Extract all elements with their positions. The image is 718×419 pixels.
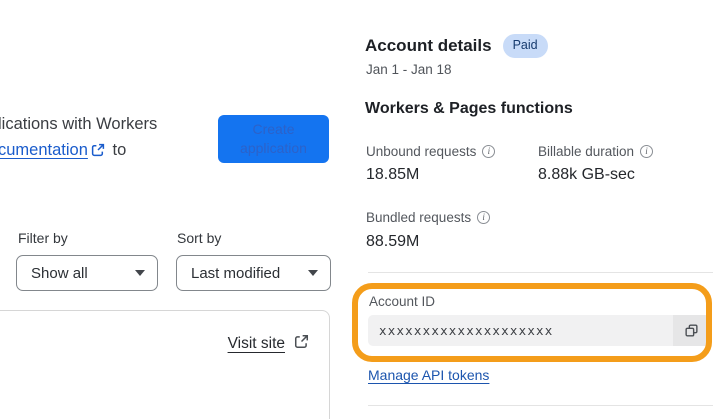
documentation-link[interactable]: cumentation — [0, 141, 88, 159]
divider — [368, 272, 713, 273]
plan-badge: Paid — [502, 34, 548, 58]
stat-label-text: Billable duration — [538, 144, 635, 159]
divider — [368, 405, 713, 406]
filter-dropdown-value: Show all — [31, 264, 88, 282]
filter-dropdown[interactable]: Show all — [16, 255, 158, 291]
stat-value-bundled-requests: 88.59M — [366, 233, 420, 250]
chevron-down-icon — [135, 270, 145, 276]
intro-line-1: lications with Workers — [0, 115, 158, 133]
info-icon[interactable]: i — [477, 211, 491, 224]
filter-by-label: Filter by — [18, 230, 68, 246]
account-id-label: Account ID — [369, 294, 436, 309]
stat-value-billable-duration: 8.88k GB-sec — [538, 166, 635, 183]
stat-label-billable-duration: Billable duration i — [538, 144, 654, 159]
info-icon[interactable]: i — [482, 145, 496, 158]
account-id-row — [368, 315, 710, 346]
copy-icon — [684, 323, 699, 338]
workers-pages-dashboard: lications with Workers cumentation to Cr… — [0, 0, 718, 419]
visit-site-row: Visit site — [228, 334, 312, 354]
sort-dropdown-value: Last modified — [191, 264, 281, 282]
intro-line-2-suffix: to — [112, 141, 127, 159]
info-icon[interactable]: i — [640, 145, 654, 158]
intro-text: lications with Workers cumentation to — [0, 111, 157, 165]
copy-button[interactable] — [673, 315, 710, 346]
sort-by-label: Sort by — [177, 230, 222, 246]
create-application-label-line1: Create — [252, 121, 295, 137]
panel-title: Account details — [365, 35, 492, 55]
stat-value-unbound-requests: 18.85M — [366, 166, 420, 183]
application-card: Visit site — [0, 310, 330, 419]
stat-label-text: Bundled requests — [366, 210, 472, 225]
stat-label-bundled-requests: Bundled requests i — [366, 210, 491, 225]
account-id-input[interactable] — [368, 315, 673, 346]
external-link-icon — [294, 334, 309, 354]
manage-api-tokens-link[interactable]: Manage API tokens — [368, 367, 489, 383]
panel-title-row: Account details Paid — [365, 34, 548, 58]
chevron-down-icon — [308, 270, 318, 276]
date-range: Jan 1 - Jan 18 — [366, 62, 452, 77]
account-details-panel: Account details Paid Jan 1 - Jan 18 Work… — [352, 0, 718, 419]
section-title: Workers & Pages functions — [365, 100, 573, 117]
visit-site-link[interactable]: Visit site — [228, 335, 285, 353]
sort-dropdown[interactable]: Last modified — [176, 255, 331, 291]
create-application-button[interactable]: Create application — [218, 115, 329, 163]
intro-line-2: cumentation to — [0, 137, 157, 165]
external-link-icon — [91, 139, 105, 165]
create-application-label-line2: application — [240, 140, 307, 156]
stat-label-text: Unbound requests — [366, 144, 477, 159]
stat-label-unbound-requests: Unbound requests i — [366, 144, 496, 159]
